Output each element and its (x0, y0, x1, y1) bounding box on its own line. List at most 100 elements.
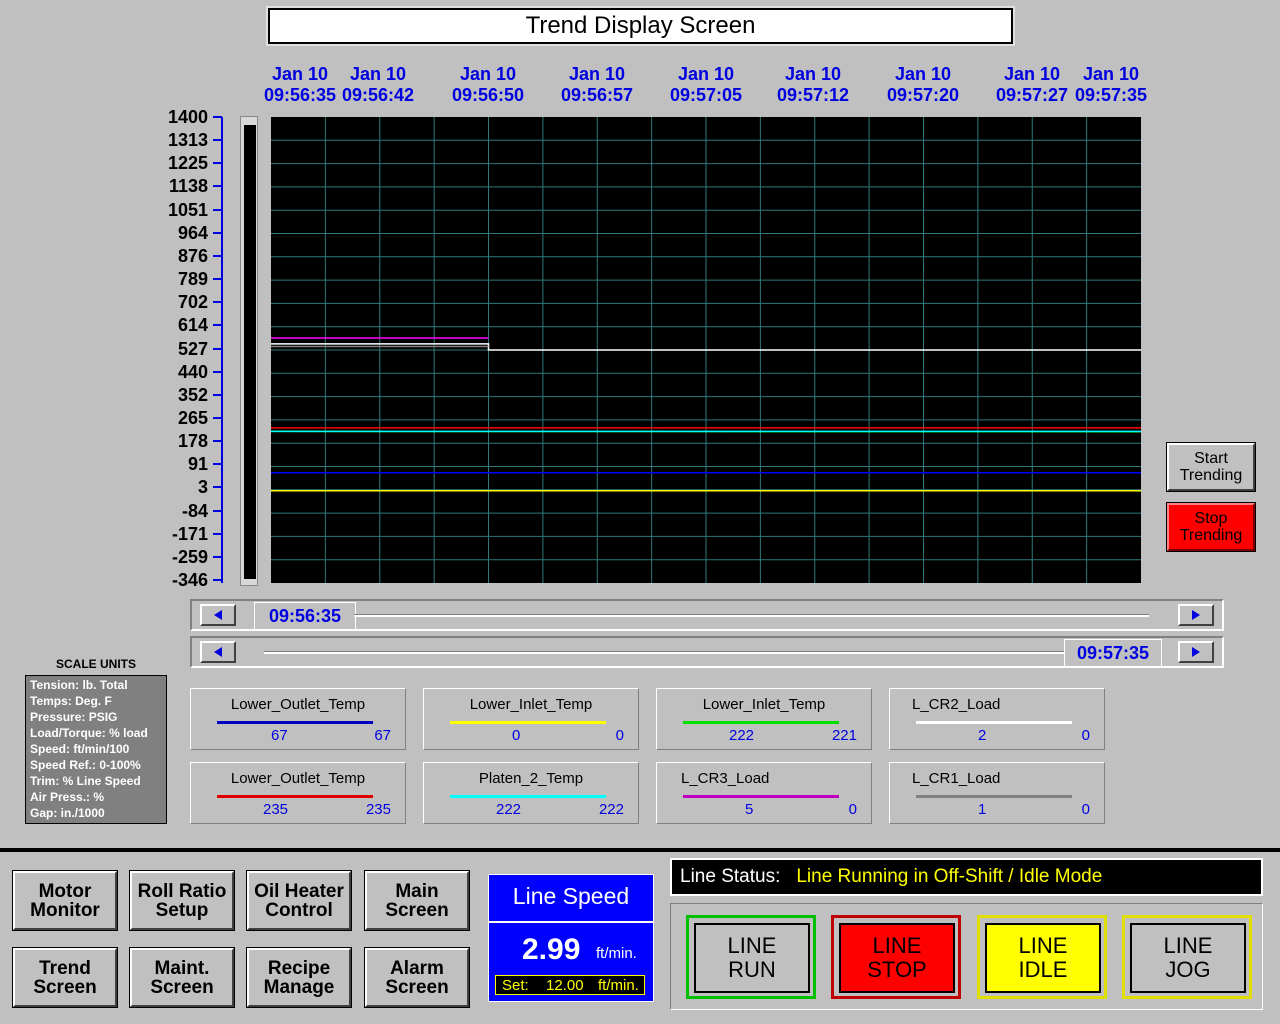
pen-legend-item[interactable]: Lower_Inlet_Temp 0 0 (423, 688, 639, 750)
start-time-field[interactable]: 09:56:35 (254, 602, 356, 630)
y-axis-label: 1400 (167, 107, 208, 127)
line-speed-setpoint: Set: 12.00 ft/min. (495, 975, 645, 995)
alarm-screen-button[interactable]: Alarm Screen (365, 948, 469, 1007)
line-speed-title: Line Speed (512, 883, 630, 909)
time-label: Jan 10 09:57:05 (669, 64, 743, 105)
stop-trending-button-frame[interactable]: Stop Trending (1166, 502, 1256, 552)
motor-monitor-button-frame[interactable]: Motor Monitor (12, 870, 118, 931)
line-stop-button-frame[interactable]: LINE STOP (831, 915, 961, 999)
time-label: Jan 10 09:56:35 (263, 64, 337, 105)
end-time-scrollbar[interactable]: 09:57:35 (190, 636, 1224, 668)
y-axis-label: 527 (177, 338, 208, 359)
y-axis-label: 3 (197, 477, 208, 498)
start-time-scrollbar[interactable]: 09:56:35 (190, 599, 1224, 631)
line-run-button-frame[interactable]: LINE RUN (686, 915, 816, 999)
roll-ratio-setup-button-frame[interactable]: Roll Ratio Setup (129, 870, 235, 931)
pen-legend-item[interactable]: L_CR1_Load 1 0 (889, 762, 1105, 824)
alarm-screen-button-frame[interactable]: Alarm Screen (364, 947, 470, 1008)
scale-unit-line: Trim: % Line Speed (30, 774, 141, 788)
scale-unit-line: Temps: Deg. F (30, 694, 112, 708)
line-status-label: Line Status: (680, 866, 781, 887)
time-label: Jan 10 09:57:35 (1074, 64, 1148, 105)
y-axis-label: 440 (177, 361, 208, 382)
y-axis-label: 265 (177, 407, 208, 428)
time-label: Jan 10 09:57:12 (776, 64, 850, 105)
page-title: Trend Display Screen (268, 8, 1013, 44)
line-jog-button-frame[interactable]: LINE JOG (1122, 915, 1252, 999)
start-scroll-track[interactable] (354, 614, 1149, 617)
line-jog-button[interactable]: LINE JOG (1130, 923, 1246, 993)
end-time-field[interactable]: 09:57:35 (1064, 639, 1162, 667)
time-label: Jan 10 09:56:50 (451, 64, 525, 105)
y-axis-label: 178 (177, 431, 208, 452)
scale-units-title: SCALE UNITS (55, 657, 136, 671)
y-axis-label: 876 (177, 245, 208, 266)
vertical-scale-slider[interactable] (240, 116, 258, 586)
roll-ratio-setup-button[interactable]: Roll Ratio Setup (130, 871, 234, 930)
line-speed-divider (489, 921, 653, 923)
start-scroll-left-button[interactable] (200, 604, 236, 626)
stop-trending-button[interactable]: Stop Trending (1167, 503, 1255, 551)
maint-screen-button-frame[interactable]: Maint. Screen (129, 947, 235, 1008)
pen-color-line (916, 795, 1072, 798)
end-scroll-right-button[interactable] (1178, 641, 1214, 663)
y-axis-label: -259 (171, 546, 208, 567)
y-axis-label: 1225 (167, 153, 208, 174)
scale-unit-line: Tension: lb. Total (30, 678, 128, 692)
trend-screen-button[interactable]: Trend Screen (13, 948, 117, 1007)
start-trending-button[interactable]: Start Trending (1167, 443, 1255, 491)
end-scroll-track[interactable] (264, 651, 1064, 654)
time-label: Jan 10 09:56:42 (341, 64, 415, 105)
y-axis-label: 614 (177, 315, 208, 336)
arrow-right-icon (1192, 647, 1200, 657)
y-axis-label: 964 (177, 222, 208, 243)
recipe-manage-button-frame[interactable]: Recipe Manage (246, 947, 352, 1008)
line-status-value: Line Running in Off-Shift / Idle Mode (796, 866, 1103, 887)
vertical-slider-track[interactable] (244, 125, 256, 579)
y-axis-label: 702 (177, 292, 208, 313)
time-label: Jan 10 09:57:27 (995, 64, 1069, 105)
scale-unit-line: Pressure: PSIG (30, 710, 118, 724)
main-screen-button[interactable]: Main Screen (365, 871, 469, 930)
line-control-area: LINE RUN LINE STOP LINE IDLE LINE JOG (670, 903, 1263, 1010)
line-idle-button[interactable]: LINE IDLE (985, 923, 1101, 993)
pen-color-line (450, 795, 606, 798)
recipe-manage-button[interactable]: Recipe Manage (247, 948, 351, 1007)
line-run-button[interactable]: LINE RUN (694, 923, 810, 993)
pen-legend-item[interactable]: Lower_Inlet_Temp 222 221 (656, 688, 872, 750)
time-label: Jan 10 09:57:20 (886, 64, 960, 105)
pen-color-line (683, 795, 839, 798)
y-axis-line (221, 117, 223, 583)
start-trending-button-frame[interactable]: Start Trending (1166, 442, 1256, 492)
pen-legend-item[interactable]: Lower_Outlet_Temp 235 235 (190, 762, 406, 824)
line-stop-button[interactable]: LINE STOP (839, 923, 955, 993)
main-screen-button-frame[interactable]: Main Screen (364, 870, 470, 931)
motor-monitor-button[interactable]: Motor Monitor (13, 871, 117, 930)
line-idle-button-frame[interactable]: LINE IDLE (977, 915, 1107, 999)
pen-legend-item[interactable]: L_CR2_Load 2 0 (889, 688, 1105, 750)
arrow-left-icon (214, 647, 222, 657)
arrow-left-icon (214, 610, 222, 620)
y-axis-label: -171 (171, 523, 208, 544)
line-status-bar: Line Status: Line Running in Off-Shift /… (670, 858, 1263, 896)
time-label: Jan 10 09:56:57 (560, 64, 634, 105)
trend-plot (271, 117, 1141, 583)
y-axis-label: -346 (171, 570, 208, 590)
pen-legend-item[interactable]: L_CR3_Load 5 0 (656, 762, 872, 824)
maint-screen-button[interactable]: Maint. Screen (130, 948, 234, 1007)
pen-legend-item[interactable]: Platen_2_Temp 222 222 (423, 762, 639, 824)
pen-legend-item[interactable]: Lower_Outlet_Temp 67 67 (190, 688, 406, 750)
pen-color-line (217, 721, 373, 724)
pen-color-line (683, 721, 839, 724)
end-scroll-left-button[interactable] (200, 641, 236, 663)
line-speed-display: Line Speed 2.99 ft/min. Set: 12.00 ft/mi… (488, 874, 654, 1002)
scale-unit-line: Speed Ref.: 0-100% (30, 758, 141, 772)
oil-heater-control-button-frame[interactable]: Oil Heater Control (246, 870, 352, 931)
y-axis-label: 789 (177, 269, 208, 290)
start-scroll-right-button[interactable] (1178, 604, 1214, 626)
y-axis-label: 1138 (168, 176, 208, 197)
trend-screen-button-frame[interactable]: Trend Screen (12, 947, 118, 1008)
arrow-right-icon (1192, 610, 1200, 620)
scale-unit-line: Load/Torque: % load (30, 726, 148, 740)
oil-heater-control-button[interactable]: Oil Heater Control (247, 871, 351, 930)
